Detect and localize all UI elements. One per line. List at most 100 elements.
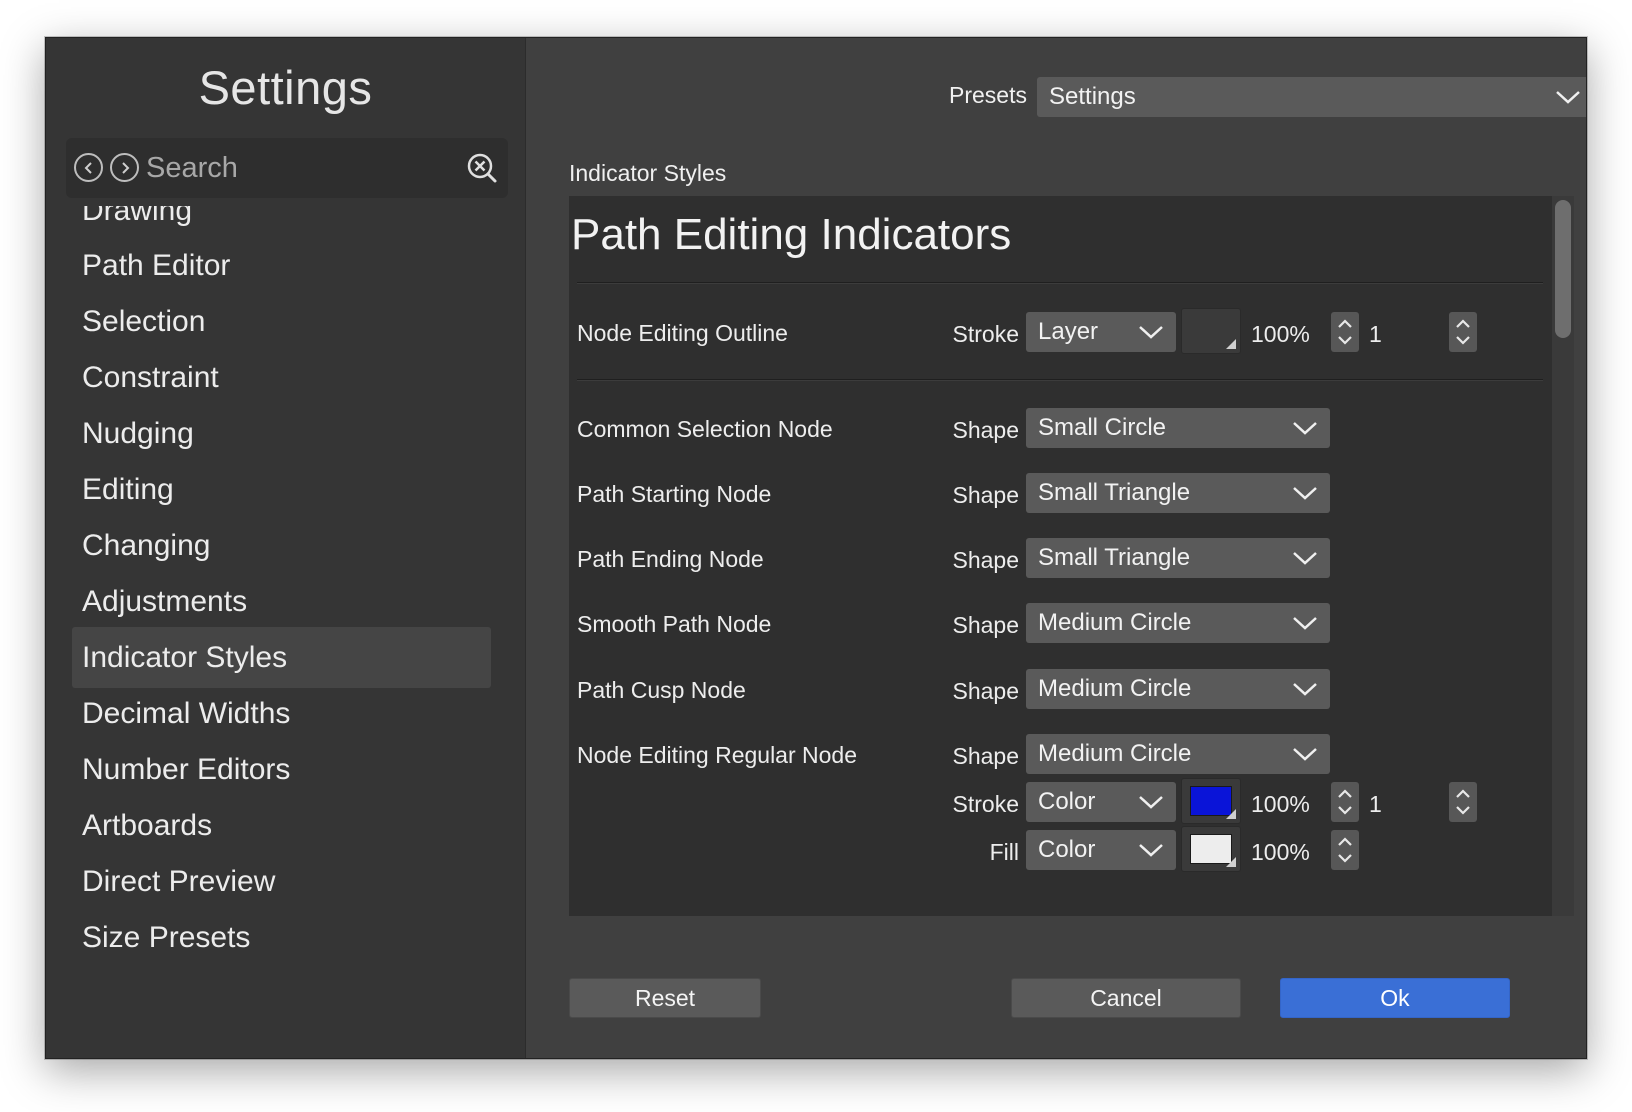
regular-fill-mode-dropdown[interactable]: Color [1026, 830, 1176, 870]
shape-value: Medium Circle [1038, 609, 1192, 636]
shape-value: Medium Circle [1038, 740, 1192, 767]
stepper-arrows-icon [1456, 789, 1470, 815]
regular-stroke-mode-dropdown[interactable]: Color [1026, 782, 1176, 822]
chevron-down-icon [1293, 748, 1317, 761]
reset-button[interactable]: Reset [569, 978, 761, 1018]
divider [577, 282, 1543, 284]
sidebar: Settings Drawing Path Editor Selection C… [46, 38, 526, 1058]
shape-label: Shape [952, 678, 1019, 704]
main-content: Presets Settings Indicator Styles Path E… [527, 38, 1586, 1058]
shape-label: Shape [952, 612, 1019, 638]
chevron-down-icon [1139, 326, 1163, 339]
chevron-down-icon [1139, 844, 1163, 857]
regular-stroke-width-stepper[interactable] [1449, 782, 1477, 822]
stepper-arrows-icon [1456, 319, 1470, 345]
regular-fill-label: Fill [989, 839, 1019, 865]
sidebar-item-indicator-styles[interactable]: Indicator Styles [72, 627, 491, 688]
swatch-corner-icon [1226, 809, 1236, 819]
presets-dropdown[interactable]: Settings [1037, 77, 1586, 117]
outline-label: Node Editing Outline [577, 320, 788, 346]
shape-dropdown-path-cusp[interactable]: Medium Circle [1026, 669, 1330, 709]
shape-label: Shape [952, 417, 1019, 443]
regular-stroke-label: Stroke [952, 791, 1019, 817]
outline-stroke-label: Stroke [952, 321, 1019, 347]
node-label-smooth-path: Smooth Path Node [577, 611, 772, 637]
chevron-down-icon [1293, 552, 1317, 565]
sidebar-item-selection[interactable]: Selection [72, 291, 491, 352]
node-label-path-ending: Path Ending Node [577, 546, 764, 572]
divider [577, 379, 1543, 381]
shape-value: Small Triangle [1038, 544, 1191, 571]
chevron-down-icon [1293, 422, 1317, 435]
stepper-arrows-icon [1338, 319, 1352, 345]
regular-stroke-width-value: 1 [1369, 791, 1382, 817]
regular-fill-opacity-value: 100% [1251, 839, 1310, 865]
sidebar-item-changing[interactable]: Changing [72, 515, 491, 576]
ok-button[interactable]: Ok [1280, 978, 1510, 1018]
search-input[interactable] [146, 148, 446, 188]
panel-scrollbar[interactable] [1552, 196, 1574, 916]
shape-label: Shape [952, 482, 1019, 508]
regular-fill-opacity-stepper[interactable] [1331, 830, 1359, 870]
search-box [66, 138, 508, 198]
outline-stroke-mode-value: Layer [1038, 318, 1099, 345]
sidebar-item-nudging[interactable]: Nudging [72, 403, 491, 464]
regular-fill-color-swatch[interactable] [1181, 826, 1241, 872]
chevron-down-icon [1556, 91, 1580, 104]
regular-stroke-opacity-value: 100% [1251, 791, 1310, 817]
shape-dropdown-regular[interactable]: Medium Circle [1026, 734, 1330, 774]
node-label-regular: Node Editing Regular Node [577, 742, 858, 768]
regular-stroke-color-swatch[interactable] [1181, 778, 1241, 824]
back-arrow-icon[interactable] [74, 153, 103, 182]
sidebar-item-path-editor[interactable]: Path Editor [72, 235, 491, 296]
chevron-down-icon [1139, 796, 1163, 809]
cancel-button[interactable]: Cancel [1011, 978, 1241, 1018]
section-label: Indicator Styles [569, 160, 727, 186]
shape-dropdown-smooth-path[interactable]: Medium Circle [1026, 603, 1330, 643]
stepper-arrows-icon [1338, 837, 1352, 863]
outline-opacity-value: 100% [1251, 321, 1310, 347]
chevron-down-icon [1293, 617, 1317, 630]
sidebar-title: Settings [198, 61, 373, 114]
shape-dropdown-common-selection[interactable]: Small Circle [1026, 408, 1330, 448]
shape-dropdown-path-starting[interactable]: Small Triangle [1026, 473, 1330, 513]
swatch-corner-icon [1226, 339, 1236, 349]
shape-value: Small Circle [1038, 414, 1167, 441]
outline-width-value: 1 [1369, 321, 1382, 347]
presets-value: Settings [1049, 83, 1136, 110]
shape-dropdown-path-ending[interactable]: Small Triangle [1026, 538, 1330, 578]
presets-label: Presets [949, 82, 1027, 108]
sidebar-item-number-editors[interactable]: Number Editors [72, 739, 491, 800]
sidebar-item-adjustments[interactable]: Adjustments [72, 571, 491, 632]
search-clear-icon[interactable] [464, 150, 500, 186]
chevron-down-icon [1293, 487, 1317, 500]
sidebar-item-direct-preview[interactable]: Direct Preview [72, 851, 491, 912]
sidebar-item-artboards[interactable]: Artboards [72, 795, 491, 856]
settings-window: Settings Drawing Path Editor Selection C… [45, 37, 1587, 1059]
swatch-corner-icon [1226, 857, 1236, 867]
chevron-down-icon [1293, 683, 1317, 696]
node-label-path-cusp: Path Cusp Node [577, 677, 746, 703]
regular-stroke-mode-value: Color [1038, 788, 1096, 815]
scrollbar-thumb[interactable] [1555, 200, 1571, 338]
regular-stroke-opacity-stepper[interactable] [1331, 782, 1359, 822]
outline-color-swatch[interactable] [1181, 308, 1241, 354]
shape-value: Medium Circle [1038, 675, 1192, 702]
shape-label: Shape [952, 547, 1019, 573]
indicator-panel: Path Editing Indicators Node Editing Out… [569, 196, 1552, 916]
node-label-path-starting: Path Starting Node [577, 481, 772, 507]
stepper-arrows-icon [1338, 789, 1352, 815]
regular-fill-mode-value: Color [1038, 836, 1096, 863]
sidebar-item-size-presets[interactable]: Size Presets [72, 907, 491, 968]
shape-value: Small Triangle [1038, 479, 1191, 506]
forward-arrow-icon[interactable] [110, 153, 139, 182]
shape-label: Shape [952, 743, 1019, 769]
node-label-common-selection: Common Selection Node [577, 416, 833, 442]
outline-stroke-mode-dropdown[interactable]: Layer [1026, 312, 1176, 352]
outline-width-stepper[interactable] [1449, 312, 1477, 352]
sidebar-item-editing[interactable]: Editing [72, 459, 491, 520]
panel-heading: Path Editing Indicators [571, 210, 1012, 259]
sidebar-item-decimal-widths[interactable]: Decimal Widths [72, 683, 491, 744]
outline-opacity-stepper[interactable] [1331, 312, 1359, 352]
sidebar-item-constraint[interactable]: Constraint [72, 347, 491, 408]
